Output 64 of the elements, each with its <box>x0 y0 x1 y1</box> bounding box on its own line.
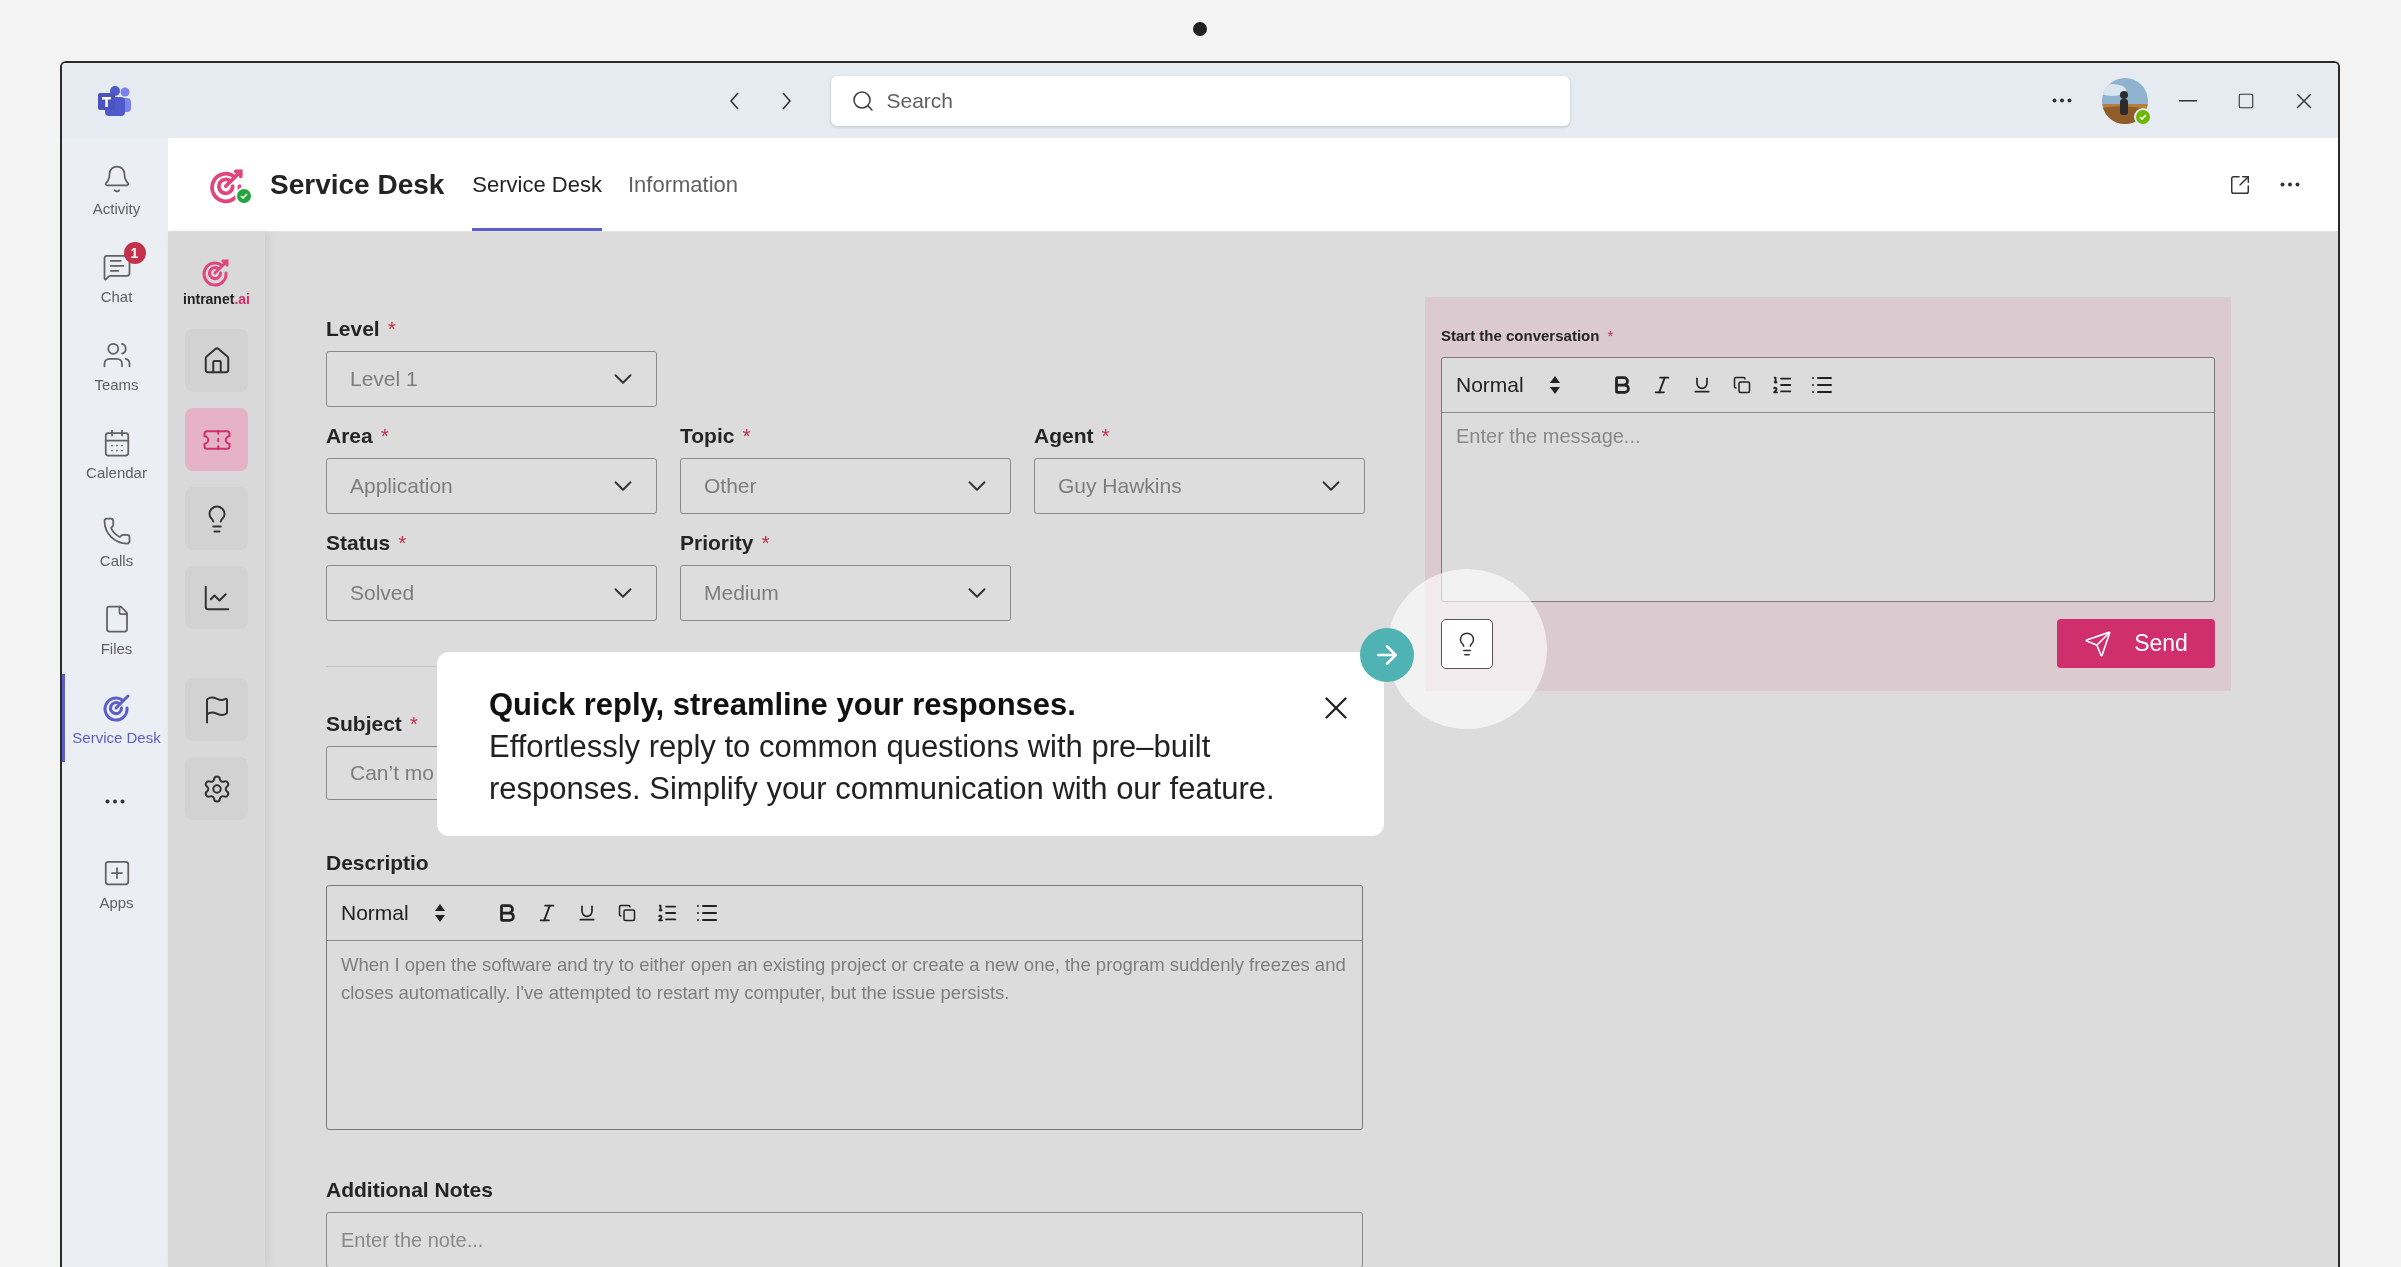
nav-tile[interactable] <box>185 487 248 550</box>
send-icon <box>2084 629 2113 658</box>
rail-item[interactable]: Calls <box>62 498 168 586</box>
dropdown[interactable]: Medium <box>680 565 1011 621</box>
rail-item[interactable]: Teams <box>62 322 168 410</box>
chevron-left-icon <box>730 91 739 110</box>
description-text: When I open the software and try to either open an existing project or create a new one, the program suddenly freezes and closes automatically. I've attempted to restart my computer, but the issue persists. <box>340 953 1347 1005</box>
nav-tile[interactable] <box>185 329 248 392</box>
tip-title: Quick reply, streamline your responses. <box>489 686 1077 724</box>
rail-item[interactable]: Activity <box>62 146 168 234</box>
field-label: Additional Notes <box>326 1178 494 1202</box>
app-title: Service Desk <box>270 167 445 202</box>
dropdown[interactable]: Solved <box>326 565 657 621</box>
tab[interactable]: Information <box>627 138 738 231</box>
minimize-icon <box>2179 99 2197 102</box>
rail-item[interactable]: Calendar <box>62 410 168 498</box>
notes-field[interactable]: Enter the note... <box>326 1212 1363 1267</box>
notification-badge: 1 <box>123 241 146 264</box>
field-label: Level * <box>326 317 397 341</box>
search-field[interactable]: Search <box>830 75 1570 126</box>
tip-text: Effortlessly reply to common questions with pre–built responses. Simplify your communication with our feature. <box>489 727 1276 808</box>
maximize-icon <box>2237 91 2255 110</box>
text-style-select[interactable]: Normal <box>341 901 445 925</box>
field-label: Start the conversation * <box>1441 327 1615 344</box>
field-label: Agent * <box>1034 424 1111 448</box>
field-label: Topic * <box>680 424 752 448</box>
message-editor[interactable]: Normal Enter the message... <box>1441 357 2215 602</box>
numbered-list-icon <box>655 902 678 924</box>
field-label: Subject * <box>326 712 420 736</box>
sort-icon <box>1549 376 1560 394</box>
pop-out-icon <box>2229 173 2251 196</box>
message-field[interactable]: Enter the message... <box>1442 413 2214 601</box>
more-icon <box>105 798 125 804</box>
send-button[interactable]: Send <box>2057 619 2215 668</box>
phone-icon <box>101 515 132 546</box>
more-icon <box>2052 98 2072 103</box>
nav-tile[interactable] <box>185 757 248 820</box>
dropdown[interactable]: Guy Hawkins <box>1034 458 1365 514</box>
nav-tile[interactable] <box>185 408 248 471</box>
field-label: Priority * <box>680 531 771 555</box>
dropdown[interactable]: Level 1 <box>326 351 657 407</box>
brand-name: intranet.ai <box>183 291 250 307</box>
numbered-list-icon <box>1770 374 1793 396</box>
field-label: Area * <box>326 424 390 448</box>
text-style-select[interactable]: Normal <box>1456 373 1560 397</box>
nav-tile[interactable] <box>185 678 248 741</box>
field-label: Descriptio <box>326 851 430 875</box>
overlapping-squares-icon <box>617 904 636 922</box>
overlapping-squares-icon <box>1732 376 1751 394</box>
sort-icon <box>434 904 445 922</box>
nav-tile[interactable] <box>185 566 248 629</box>
app-logo-icon <box>98 85 132 116</box>
rail-item[interactable]: 1 Chat <box>62 234 168 322</box>
field-label: Status * <box>326 531 408 555</box>
more-icon <box>2280 182 2300 187</box>
chevron-right-icon <box>782 91 791 110</box>
camera-dot <box>1193 22 1207 36</box>
quick-reply-button[interactable] <box>1441 619 1493 669</box>
dropdown[interactable]: Application <box>326 458 657 514</box>
dropdown[interactable]: Other <box>680 458 1011 514</box>
search-icon <box>850 88 875 113</box>
status-icon <box>235 187 253 205</box>
rail-item[interactable]: Files <box>62 586 168 674</box>
rail-item[interactable]: Apps <box>62 840 168 928</box>
